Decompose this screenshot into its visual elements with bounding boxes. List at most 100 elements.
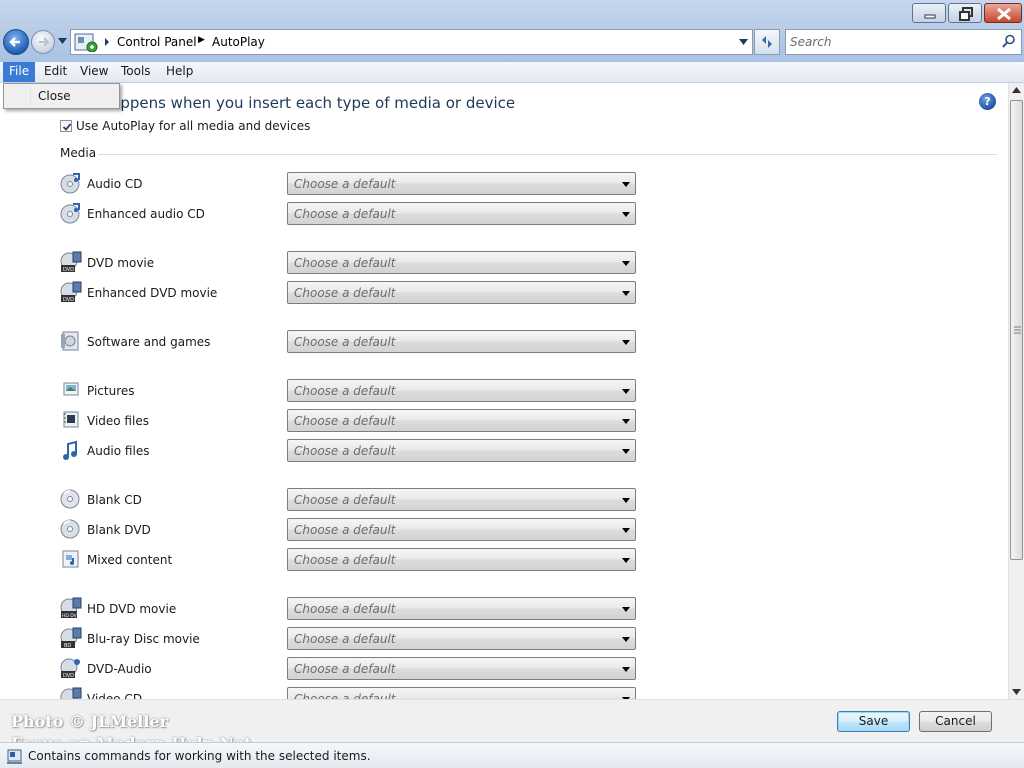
minimize-icon (924, 14, 936, 19)
menu-file[interactable]: File (3, 62, 36, 82)
vertical-scrollbar[interactable] (1008, 83, 1024, 699)
media-row: Video files Choose a default (60, 409, 640, 435)
chevron-down-icon (622, 558, 630, 563)
default-action-value: Choose a default (294, 256, 396, 270)
default-action-select[interactable]: Choose a default (287, 251, 636, 274)
default-action-value: Choose a default (294, 335, 396, 349)
menu-view[interactable]: View (74, 62, 114, 82)
close-icon (997, 7, 1011, 21)
menu-edit[interactable]: Edit (38, 62, 73, 82)
default-action-select[interactable]: Choose a default (287, 379, 636, 402)
default-action-select[interactable]: Choose a default (287, 597, 636, 620)
svg-text:HD DVD: HD DVD (62, 613, 81, 619)
restore-icon (959, 7, 973, 21)
media-row: Blank CD Choose a default (60, 488, 640, 514)
dvd-audio-icon: DVD (60, 658, 80, 679)
default-action-value: Choose a default (294, 177, 396, 191)
dialog-footer: Photo © JLMeller Focus on Modern Help Ne… (0, 699, 1024, 744)
address-dropdown-icon[interactable] (739, 39, 748, 45)
default-action-value: Choose a default (294, 493, 396, 507)
dvd-movie-icon: DVD (60, 281, 82, 303)
status-bar: Contains commands for working with the s… (0, 742, 1024, 768)
media-row-label: Audio files (87, 444, 150, 458)
svg-text:BD: BD (64, 643, 71, 649)
help-icon[interactable]: ? (979, 93, 996, 110)
default-action-select[interactable]: Choose a default (287, 330, 636, 353)
search-box[interactable]: Search (785, 29, 1022, 55)
media-row: DVD DVD movie Choose a default (60, 251, 640, 277)
default-action-select[interactable]: Choose a default (287, 518, 636, 541)
media-row-label: Software and games (87, 335, 211, 349)
media-row: DVD Enhanced DVD movie Choose a default (60, 281, 640, 307)
svg-text:DVD: DVD (63, 673, 74, 679)
status-text: Contains commands for working with the s… (28, 749, 371, 763)
media-row: Blank DVD Choose a default (60, 518, 640, 544)
menu-help[interactable]: Help (160, 62, 199, 82)
media-row-label: Enhanced DVD movie (87, 286, 218, 300)
default-action-select[interactable]: Choose a default (287, 488, 636, 511)
chevron-down-icon (622, 291, 630, 296)
navigation-row: Control Panel ▶ AutoPlay Search (0, 28, 1024, 58)
media-group-label: Media (60, 146, 97, 160)
svg-text:DVD: DVD (63, 297, 74, 303)
close-button[interactable] (984, 3, 1022, 23)
breadcrumb-autoplay[interactable]: AutoPlay (212, 35, 265, 49)
media-row: Video CD Choose a default (60, 687, 640, 699)
default-action-select[interactable]: Choose a default (287, 657, 636, 680)
default-action-value: Choose a default (294, 414, 396, 428)
media-row: Pictures Choose a default (60, 379, 640, 405)
scroll-thumb[interactable] (1010, 100, 1023, 560)
use-autoplay-checkbox[interactable] (60, 120, 72, 132)
media-row-label: Blu-ray Disc movie (87, 632, 200, 646)
menu-tools[interactable]: Tools (115, 62, 157, 82)
media-row-label: Blank DVD (87, 523, 151, 537)
video-files-icon (63, 411, 79, 428)
menu-item-close[interactable]: Close (38, 89, 71, 103)
page-title: what happens when you insert each type o… (60, 94, 516, 112)
scroll-up-icon[interactable] (1012, 87, 1021, 93)
refresh-button[interactable] (754, 29, 780, 55)
default-action-select[interactable]: Choose a default (287, 172, 636, 195)
default-action-select[interactable]: Choose a default (287, 439, 636, 462)
pictures-icon (63, 382, 79, 396)
chevron-down-icon (622, 261, 630, 266)
default-action-select[interactable]: Choose a default (287, 687, 636, 699)
blank-cd-icon (60, 489, 80, 509)
cancel-button[interactable]: Cancel (919, 711, 992, 732)
chevron-down-icon (622, 498, 630, 503)
minimize-button[interactable] (912, 3, 946, 23)
default-action-value: Choose a default (294, 523, 396, 537)
back-button[interactable] (3, 29, 29, 55)
recent-pages-dropdown-icon[interactable] (58, 38, 67, 44)
default-action-select[interactable]: Choose a default (287, 202, 636, 225)
audio-cd-icon (60, 203, 80, 224)
breadcrumb-separator-icon[interactable] (102, 30, 112, 54)
scroll-down-icon[interactable] (1012, 689, 1021, 695)
scroll-grip-icon (1014, 326, 1021, 334)
restore-button[interactable] (948, 3, 982, 23)
search-icon[interactable] (1002, 34, 1016, 48)
media-row-label: Mixed content (87, 553, 173, 567)
default-action-select[interactable]: Choose a default (287, 409, 636, 432)
forward-arrow-icon (39, 37, 50, 47)
media-row: BD Blu-ray Disc movie Choose a default (60, 627, 640, 653)
breadcrumb-arrow-icon[interactable]: ▶ (198, 35, 205, 45)
media-row: Software and games Choose a default (60, 330, 640, 356)
media-row-label: Pictures (87, 384, 135, 398)
chevron-down-icon (622, 389, 630, 394)
default-action-select[interactable]: Choose a default (287, 281, 636, 304)
breadcrumb-control-panel[interactable]: Control Panel (117, 35, 197, 49)
save-button[interactable]: Save (837, 711, 910, 732)
media-row-label: Video files (87, 414, 149, 428)
default-action-value: Choose a default (294, 553, 396, 567)
default-action-select[interactable]: Choose a default (287, 548, 636, 571)
back-arrow-icon (9, 37, 20, 47)
media-row-label: Enhanced audio CD (87, 207, 205, 221)
address-bar[interactable]: Control Panel ▶ AutoPlay (70, 29, 753, 55)
default-action-value: Choose a default (294, 602, 396, 616)
forward-button[interactable] (31, 30, 55, 54)
checkmark-icon (62, 123, 72, 131)
media-row: Enhanced audio CD Choose a default (60, 202, 640, 228)
default-action-value: Choose a default (294, 662, 396, 676)
default-action-select[interactable]: Choose a default (287, 627, 636, 650)
